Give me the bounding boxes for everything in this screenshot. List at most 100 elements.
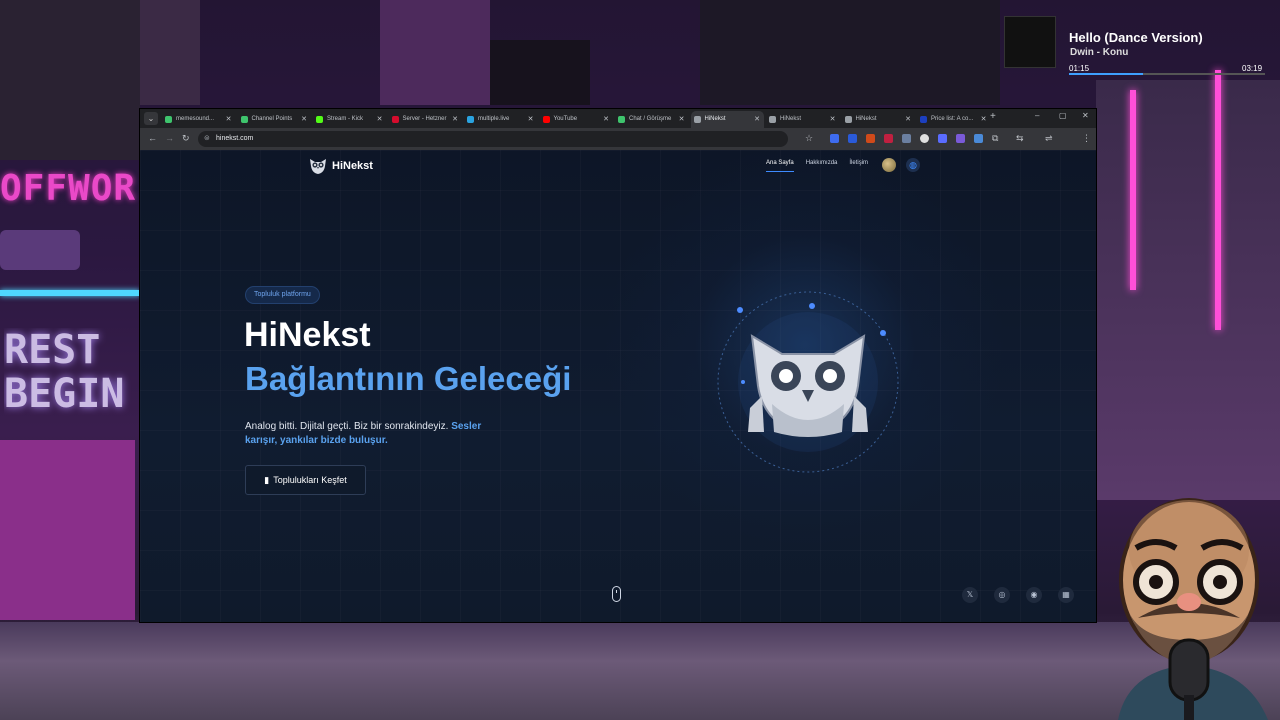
now-playing-widget: Hello (Dance Version) Dwin - Konu 01:15 … [1000, 12, 1272, 75]
tab-close-icon[interactable]: ✕ [452, 111, 458, 128]
tab-label: Stream - Kick [327, 116, 364, 122]
extension-icon[interactable] [830, 134, 839, 143]
hero-title: HiNekst [244, 316, 371, 354]
browser-tab[interactable]: Channel Points ✕ [238, 111, 312, 128]
browser-tab[interactable]: Price list: A co... ✕ [917, 111, 991, 128]
tab-label: Server - Hetzner [402, 116, 447, 122]
forward-icon[interactable]: → [165, 133, 174, 143]
tab-favicon-icon [165, 116, 172, 123]
tab-close-icon[interactable]: ✕ [754, 111, 760, 128]
browser-tab[interactable]: memesound... ✕ [162, 111, 236, 128]
browser-tab[interactable]: Stream - Kick ✕ [313, 111, 387, 128]
menu-kebab-icon[interactable]: ⋮ [1082, 133, 1091, 144]
tab-label: HiNekst [855, 116, 877, 122]
tab-close-icon[interactable]: ✕ [603, 111, 609, 128]
building-block [380, 0, 490, 105]
platform-badge: Topluluk platformu [245, 286, 320, 304]
website: HiNekst Ana Sayfa Hakkımızda İletişim ◍ … [140, 150, 1096, 622]
hero-description-text: Analog bitti. Dijital geçti. Biz bir son… [245, 421, 452, 432]
extension-icon[interactable] [902, 134, 911, 143]
hero-subtitle: Bağlantının Geleceği [245, 360, 572, 397]
browser-tab[interactable]: HiNekst ✕ [842, 111, 916, 128]
track-progress-fill [1069, 73, 1143, 75]
cta-label: Toplulukları Keşfet [273, 475, 347, 485]
tab-label: HiNekst [704, 116, 726, 122]
address-bar: ← → ↻ ⊜ hinekst.com ☆ ⧉ ⇆ ⇌ ⋮ [140, 128, 1096, 150]
tab-close-icon[interactable]: ✕ [905, 111, 911, 128]
new-tab-button[interactable]: + [990, 111, 996, 122]
tab-label: YouTube [553, 116, 578, 122]
minimize-button[interactable]: – [1035, 111, 1039, 120]
street [0, 622, 1280, 720]
pixel-car [0, 230, 80, 270]
discord-icon[interactable]: ◉ [1026, 587, 1042, 603]
total-time: 03:19 [1242, 64, 1263, 73]
elapsed-time: 01:15 [1069, 64, 1090, 73]
browser-tab[interactable]: HiNekst ✕ [766, 111, 840, 128]
tab-favicon-icon [920, 116, 927, 123]
neon-strip [0, 290, 140, 296]
tab-close-icon[interactable]: ✕ [981, 111, 987, 128]
site-logo[interactable]: HiNekst [308, 156, 373, 176]
browser-tab[interactable]: multiple.live ✕ [464, 111, 538, 128]
building-block [140, 0, 200, 105]
back-icon[interactable]: ← [148, 133, 157, 143]
tab-search-button[interactable]: ⌄ [144, 112, 158, 125]
extension-icon[interactable] [848, 134, 857, 143]
tab-favicon-icon [618, 116, 625, 123]
brand-name: HiNekst [332, 160, 373, 172]
app-grid-icon[interactable]: ▦ [1058, 587, 1074, 603]
building-pink [0, 440, 135, 620]
cast-icon[interactable]: ⇌ [1045, 133, 1053, 144]
instagram-icon[interactable]: ◎ [994, 587, 1010, 603]
browser-tab[interactable]: Chat / Görüşme ✕ [615, 111, 689, 128]
tab-favicon-icon [693, 116, 701, 123]
nav-home[interactable]: Ana Sayfa [766, 160, 794, 172]
hero-description: Analog bitti. Dijital geçti. Biz bir son… [245, 420, 495, 448]
nav-about[interactable]: Hakkımızda [806, 160, 838, 172]
browser-tab[interactable]: Server - Hetzner ✕ [389, 111, 463, 128]
explore-communities-button[interactable]: ▮ Toplulukları Keşfet [245, 465, 366, 495]
neon-pillar [1215, 70, 1221, 330]
album-art [1004, 16, 1056, 68]
tab-close-icon[interactable]: ✕ [377, 111, 383, 128]
extension-icon[interactable] [974, 134, 983, 143]
bookmark-star-icon[interactable]: ☆ [805, 133, 813, 144]
extension-icon[interactable] [884, 134, 893, 143]
translate-icon[interactable]: ⇆ [1016, 133, 1024, 144]
user-avatar[interactable] [882, 158, 896, 172]
tab-label: Price list: A co... [931, 116, 974, 122]
tab-favicon-icon [316, 116, 323, 123]
reload-icon[interactable]: ↻ [182, 133, 190, 144]
scroll-indicator[interactable] [612, 586, 621, 602]
building-left [0, 0, 140, 160]
tab-favicon-icon [769, 116, 776, 123]
neon-pillar [1130, 90, 1136, 290]
tab-close-icon[interactable]: ✕ [226, 111, 232, 128]
tab-favicon-icon [240, 116, 248, 123]
browser-tab[interactable]: HiNekst ✕ [690, 111, 764, 128]
extension-icon[interactable] [938, 134, 947, 143]
x-twitter-icon[interactable]: 𝕏 [962, 587, 978, 603]
url-field[interactable]: ⊜ hinekst.com [198, 131, 788, 147]
tab-close-icon[interactable]: ✕ [528, 111, 534, 128]
extension-icon[interactable] [956, 134, 965, 143]
extension-icon[interactable] [920, 134, 929, 143]
extensions-puzzle-icon[interactable]: ⧉ [992, 133, 998, 144]
globe-icon[interactable]: ◍ [906, 158, 920, 172]
site-info-icon[interactable]: ⊜ [204, 131, 210, 147]
tab-label: Chat / Görüşme [629, 116, 672, 122]
door-icon: ▮ [264, 475, 270, 485]
neon-sign: OFFWOR [0, 168, 137, 208]
nav-contact[interactable]: İletişim [849, 160, 868, 172]
tab-label: HiNekst [780, 116, 802, 122]
main-nav: Ana Sayfa Hakkımızda İletişim [766, 160, 868, 172]
tab-bar: ⌄ memesound... ✕ Channel Points ✕ Stream - K… [140, 109, 1096, 128]
extension-icon[interactable] [866, 134, 875, 143]
close-window-button[interactable]: ✕ [1082, 111, 1089, 120]
tab-close-icon[interactable]: ✕ [679, 111, 685, 128]
maximize-button[interactable]: ▢ [1059, 111, 1067, 120]
tab-close-icon[interactable]: ✕ [301, 111, 307, 128]
tab-close-icon[interactable]: ✕ [830, 111, 836, 128]
browser-tab[interactable]: YouTube ✕ [540, 111, 614, 128]
